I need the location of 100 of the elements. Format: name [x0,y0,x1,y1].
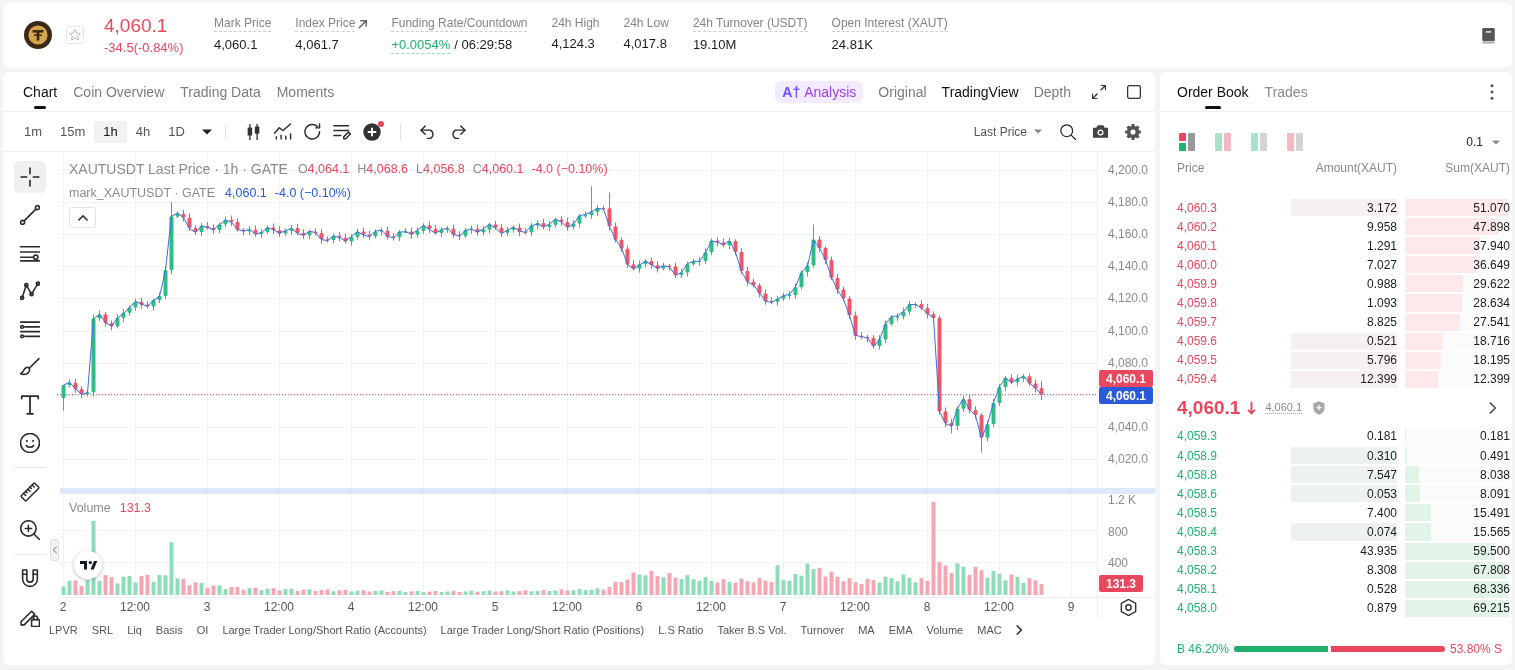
chart-tab[interactable]: Moments [276,72,335,111]
arrow-up-right-icon[interactable] [358,19,368,29]
order-amount: 5.796 [1366,353,1397,368]
indicator-tab[interactable]: MA [858,624,875,636]
interval-button[interactable]: 1D [159,120,194,143]
ruler-icon [20,482,40,502]
indicator-tab[interactable]: Large Trader Long/Short Ratio (Accounts) [222,624,427,636]
order-book-tab[interactable]: Trades [1264,72,1308,111]
indicator-tab[interactable]: Liq [127,624,142,636]
more-icon[interactable] [1490,83,1494,100]
chevron-right-icon[interactable] [1015,625,1022,635]
order-book-tab[interactable]: Order Book [1177,72,1249,111]
time-axis-label: 2 [59,600,67,614]
order-price: 4,059.4 [1177,372,1218,387]
volume-value: 131.3 [119,500,151,516]
settings-icon[interactable] [1125,123,1141,140]
order-amount: 3.172 [1366,200,1397,215]
indicator-tab[interactable]: L.S Ratio [658,624,704,636]
order-amount: 7.400 [1366,505,1397,520]
price-change: -4.0 (−0.10%) [531,162,608,176]
interval-button[interactable]: 4h [126,120,160,143]
undo-icon[interactable] [419,124,437,139]
order-sum: 28.634 [1473,296,1510,310]
indicator-tab[interactable]: Taker B.S Vol. [717,624,787,636]
search-icon[interactable] [1060,123,1076,140]
order-price: 4,058.3 [1177,544,1218,559]
split-layout-icon[interactable] [1179,133,1195,151]
square-icon[interactable] [1127,84,1141,99]
crosshair-tool-button[interactable] [14,161,46,193]
chart-title: XAUTUSDT Last Price · 1h · GATE [69,161,288,177]
view-tab[interactable]: TradingView [941,80,1019,103]
funding-countdown: / 06:29:58 [454,37,513,54]
order-sum: 51.070 [1473,200,1510,215]
expand-icon[interactable] [1092,84,1106,99]
crosshair-icon [20,167,40,187]
dotted-lines-icon [20,319,40,339]
order-sum: 15.491 [1473,505,1510,520]
camera-icon[interactable] [1092,124,1109,139]
order-amount: 0.879 [1366,601,1397,616]
order-price: 4,059.7 [1177,315,1218,330]
price-axis-label: 4,160.0 [1108,227,1149,242]
order-amount: 0.053 [1366,486,1397,501]
time-axis-label: 12:00 [408,600,438,614]
mark-price: 4,060.1 [1265,401,1303,415]
chevron-left-icon [52,546,57,554]
order-price: 4,058.8 [1177,467,1218,482]
order-price: 4,059.5 [1177,353,1218,368]
indicator-tab[interactable]: LPVR [49,624,78,636]
last-price-tag: 4,060.1 [1099,370,1153,387]
order-sum: 27.541 [1473,315,1510,330]
mark-value: 4,060.1 [225,186,267,200]
time-axis-label: 3 [203,600,211,614]
caret-down-icon[interactable] [201,128,212,135]
legend-collapse-button[interactable] [69,207,96,228]
indicator-tab[interactable]: OI [196,624,209,636]
stat-label: Open Interest (XAUT) [831,16,948,32]
plus-circle-icon[interactable] [362,122,381,141]
chart-tab[interactable]: Chart [23,72,58,111]
price-axis-label: 4,180.0 [1108,195,1149,210]
stat-label: Mark Price [214,16,272,32]
indicator-tab[interactable]: EMA [888,624,913,636]
order-amount: 0.988 [1366,276,1397,291]
chevron-right-icon[interactable] [1489,401,1496,414]
view-tab[interactable]: Depth [1033,80,1071,103]
interval-button[interactable]: 1m [15,120,52,143]
interval-button[interactable]: 15m [51,120,95,143]
replay-icon[interactable] [303,123,321,140]
funding-rate: +0.0054% [391,37,451,54]
precision-dropdown[interactable]: 0.1 [1466,135,1500,149]
view-tab[interactable]: Original [878,80,927,103]
indicator-tab[interactable]: Turnover [800,624,845,636]
indicator-tab[interactable]: SRL [91,624,114,636]
indicator-tab[interactable]: Volume [926,624,964,636]
order-price: 4,058.9 [1177,448,1218,463]
indicator-tab[interactable]: Large Trader Long/Short Ratio (Positions) [440,624,645,636]
order-price: 4,059.8 [1177,296,1218,310]
indicator-tab[interactable]: Basis [155,624,183,636]
coin-logo-icon [24,21,52,49]
stat-label: 24h High [551,16,600,31]
collapse-handle[interactable] [50,539,59,561]
order-sum: 29.622 [1473,276,1510,291]
indicator-chart-icon[interactable] [273,123,292,140]
price-source-dropdown[interactable]: Last Price [973,124,1042,139]
stat-value: 4,060.1 [214,37,258,53]
order-price: 4,060.2 [1177,219,1218,234]
list-edit-icon[interactable] [332,123,351,140]
chart-tab[interactable]: Trading Data [180,72,261,111]
settings-icon[interactable] [1121,599,1136,616]
order-amount: 0.310 [1366,448,1397,463]
analysis-button[interactable]: A† Analysis [775,80,864,103]
chart-tab[interactable]: Coin Overview [73,72,165,111]
notification-dot-icon [377,120,384,127]
time-axis-label: 12:00 [552,600,582,614]
interval-button[interactable]: 1h [94,120,127,143]
time-axis-label: 5 [491,600,499,614]
book-icon[interactable] [1481,26,1496,44]
indicator-tab[interactable]: MAC [977,624,1002,636]
order-price: 4,059.3 [1177,429,1218,444]
order-amount: 1.093 [1366,296,1397,310]
order-price: 4,058.4 [1177,524,1218,539]
